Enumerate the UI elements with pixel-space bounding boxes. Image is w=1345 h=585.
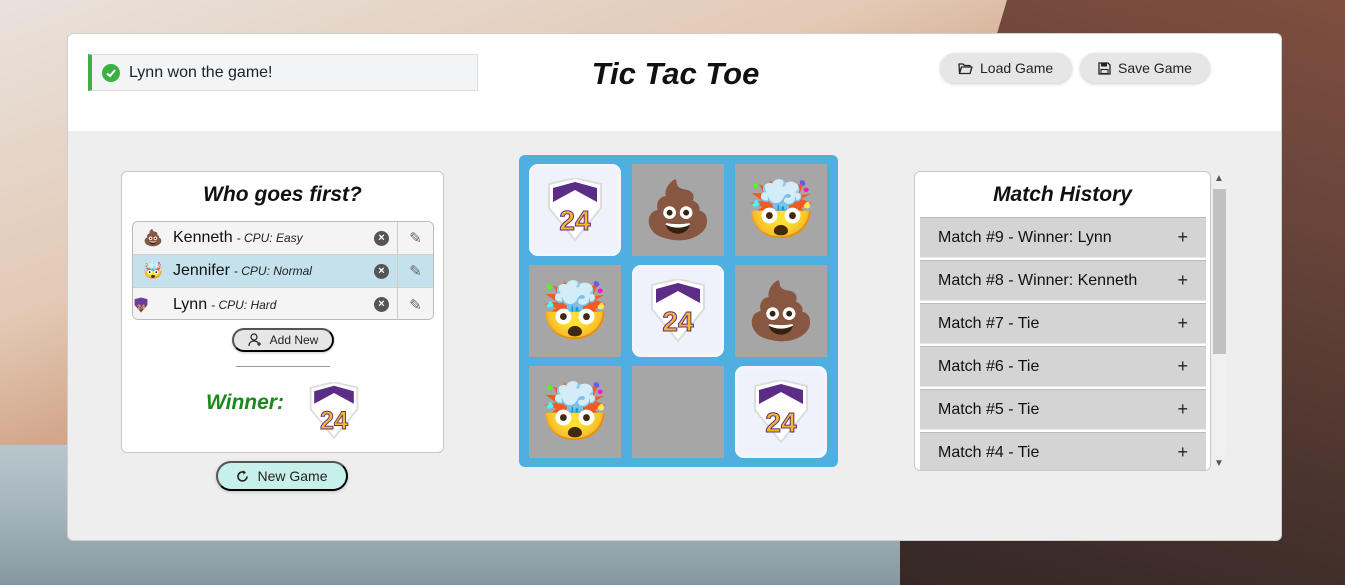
cell-mark: 🤯 — [540, 279, 610, 342]
pencil-icon: ✎ — [409, 263, 422, 280]
expand-plus-icon[interactable]: + — [1177, 313, 1188, 334]
cell-mark: 💩 — [746, 279, 816, 342]
player-avatar: 💩 — [143, 230, 163, 247]
match-history-panel: Match History Match #9 - Winner: Lynn + Ma… — [914, 171, 1211, 471]
match-label: Match #6 - Tie — [938, 357, 1040, 375]
scrollbar-thumb[interactable] — [1213, 189, 1226, 354]
history-scrollbar[interactable]: ▲ ▼ — [1211, 171, 1228, 471]
new-game-button[interactable]: New Game — [216, 461, 348, 491]
board-cell[interactable]: 💩 — [735, 265, 827, 357]
winner-label: Winner: — [206, 391, 284, 414]
player-row-jennifer[interactable]: 🤯 Jennifer - CPU: Normal × ✎ — [133, 255, 433, 288]
remove-player-icon[interactable]: × — [374, 264, 389, 279]
player-name: Jennifer — [173, 262, 230, 279]
board-cell[interactable]: 24 — [529, 164, 621, 256]
add-new-player-button[interactable]: Add New — [232, 328, 334, 352]
edit-player-button[interactable]: ✎ — [397, 288, 433, 319]
pencil-icon: ✎ — [409, 230, 422, 247]
match-label: Match #7 - Tie — [938, 314, 1040, 332]
match-label: Match #9 - Winner: Lynn — [938, 228, 1112, 246]
match-history-item[interactable]: Match #8 - Winner: Kenneth + — [920, 260, 1206, 301]
match-history-item[interactable]: Match #9 - Winner: Lynn + — [920, 217, 1206, 258]
player-cpu-level: - CPU: Normal — [233, 264, 312, 278]
pencil-icon: ✎ — [409, 296, 422, 314]
game-board: 24 💩 🤯 🤯 24 💩 🤯 24 — [519, 155, 838, 467]
cell-mark: 💩 — [643, 178, 713, 241]
save-game-button[interactable]: Save Game — [1080, 53, 1210, 83]
load-game-label: Load Game — [980, 60, 1054, 76]
winner-emblem: 24 — [307, 381, 361, 445]
match-history-list: Match #9 - Winner: Lynn + Match #8 - Winne… — [920, 217, 1206, 470]
edit-player-button[interactable]: ✎ — [397, 222, 433, 254]
match-history-item[interactable]: Match #4 - Tie + — [920, 432, 1206, 470]
board-cell[interactable]: 💩 — [632, 164, 724, 256]
player-list: 💩 Kenneth - CPU: Easy × ✎ 🤯 Jennifer - C… — [132, 221, 434, 320]
cell-mark: 🤯 — [540, 380, 610, 443]
new-game-label: New Game — [257, 468, 328, 484]
board-cell[interactable]: 🤯 — [529, 366, 621, 458]
expand-plus-icon[interactable]: + — [1177, 442, 1188, 463]
player-row-lynn[interactable]: 24 Lynn - CPU: Hard × ✎ — [133, 288, 433, 319]
expand-plus-icon[interactable]: + — [1177, 270, 1188, 291]
player-avatar: 🤯 — [143, 263, 163, 280]
edit-player-button[interactable]: ✎ — [397, 255, 433, 287]
board-cell[interactable]: 24 — [735, 366, 827, 458]
match-history-item[interactable]: Match #6 - Tie + — [920, 346, 1206, 387]
player-avatar: 24 — [133, 297, 173, 313]
divider — [236, 366, 330, 367]
match-label: Match #8 - Winner: Kenneth — [938, 271, 1138, 289]
players-panel-title: Who goes first? — [203, 183, 362, 206]
app-window: Lynn won the game! Tic Tac Toe Load Game… — [67, 33, 1282, 541]
match-label: Match #5 - Tie — [938, 400, 1040, 418]
players-panel: Who goes first? 💩 Kenneth - CPU: Easy × … — [121, 171, 444, 453]
kobe-24-emblem: 24 — [754, 380, 808, 444]
svg-text:24: 24 — [662, 306, 694, 337]
add-new-label: Add New — [269, 333, 319, 347]
board-cell[interactable]: 🤯 — [735, 164, 827, 256]
svg-text:24: 24 — [559, 205, 591, 236]
player-cpu-level: - CPU: Hard — [211, 297, 277, 312]
match-history-item[interactable]: Match #5 - Tie + — [920, 389, 1206, 430]
user-plus-icon — [248, 333, 261, 347]
match-history-item[interactable]: Match #7 - Tie + — [920, 303, 1206, 344]
expand-plus-icon[interactable]: + — [1177, 227, 1188, 248]
kobe-24-emblem: 24 — [548, 178, 602, 242]
save-game-label: Save Game — [1118, 60, 1192, 76]
header: Lynn won the game! Tic Tac Toe Load Game… — [68, 34, 1281, 131]
folder-open-icon — [958, 62, 973, 74]
board-cell[interactable]: 24 — [632, 265, 724, 357]
board-cell[interactable] — [632, 366, 724, 458]
expand-plus-icon[interactable]: + — [1177, 399, 1188, 420]
remove-player-icon[interactable]: × — [374, 297, 389, 312]
refresh-icon — [237, 470, 249, 482]
player-name: Lynn — [173, 295, 208, 313]
svg-text:24: 24 — [137, 302, 146, 311]
load-game-button[interactable]: Load Game — [940, 53, 1072, 83]
remove-player-icon[interactable]: × — [374, 231, 389, 246]
floppy-disk-icon — [1098, 61, 1111, 75]
board-cell[interactable]: 🤯 — [529, 265, 621, 357]
scroll-up-icon[interactable]: ▲ — [1214, 173, 1224, 184]
expand-plus-icon[interactable]: + — [1177, 356, 1188, 377]
svg-text:24: 24 — [320, 407, 348, 435]
cell-mark: 🤯 — [746, 178, 816, 241]
match-history-title: Match History — [993, 183, 1132, 206]
player-cpu-level: - CPU: Easy — [236, 231, 303, 245]
svg-text:24: 24 — [765, 407, 797, 438]
player-name: Kenneth — [173, 229, 233, 246]
player-row-kenneth[interactable]: 💩 Kenneth - CPU: Easy × ✎ — [133, 222, 433, 255]
kobe-24-emblem: 24 — [651, 279, 705, 343]
match-label: Match #4 - Tie — [938, 443, 1040, 461]
scroll-down-icon[interactable]: ▼ — [1214, 458, 1224, 469]
